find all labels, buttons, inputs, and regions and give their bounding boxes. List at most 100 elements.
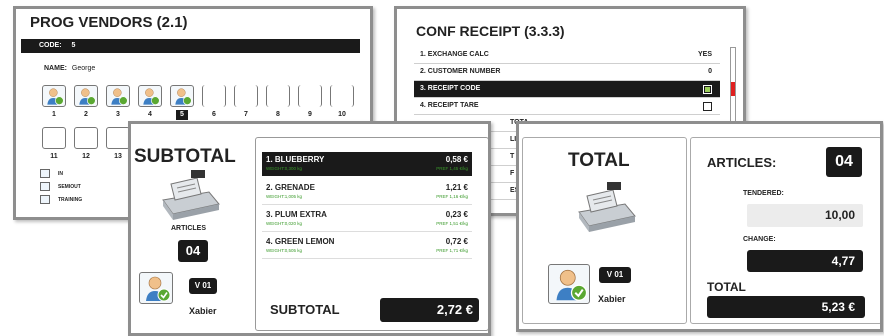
receipt-tare-checkbox[interactable]	[703, 102, 712, 111]
item-pref: PREF 1,51 €/kg	[436, 221, 468, 226]
subtotal-value: 2,72 €	[380, 298, 479, 322]
item-name: 3. PLUM EXTRA	[266, 210, 327, 219]
vendor-slot[interactable]	[298, 85, 322, 107]
conf-receipt-title: CONF RECEIPT (3.3.3)	[416, 23, 565, 39]
list-item[interactable]: 3. PLUM EXTRA 0,23 € WEIGHT:0,020 kg PRE…	[262, 207, 472, 232]
vendor-name: Xabier	[598, 294, 626, 304]
user-icon	[556, 269, 588, 301]
vendor-code-value: 5	[71, 42, 76, 49]
item-pref: PREF 1,16 €/kg	[436, 194, 468, 199]
list-item[interactable]: 4. GREEN LEMON 0,72 € WEIGHT:0,505 kg PR…	[262, 234, 472, 259]
vendor-slot-number: 7	[244, 111, 248, 118]
vendor-avatar	[548, 264, 590, 304]
vendor-slot[interactable]	[266, 85, 290, 107]
item-weight: WEIGHT:0,300 kg	[266, 166, 303, 171]
receipt-row-label: 1. EXCHANGE CALC	[420, 51, 489, 58]
vendor-slot-number: 4	[148, 111, 152, 118]
vendor-slot-number: 5	[176, 110, 188, 120]
receipt-row-label: T	[510, 153, 515, 160]
user-icon	[111, 88, 128, 105]
item-weight: WEIGHT:1,005 kg	[266, 194, 303, 199]
list-item[interactable]: 1. BLUEBERRY 0,58 € WEIGHT:0,300 kg PREF…	[262, 152, 472, 176]
total-label: TOTAL	[707, 280, 746, 294]
receipt-row-label: F	[510, 170, 515, 177]
item-price: 0,58 €	[445, 155, 468, 164]
articles-count: 04	[826, 147, 862, 177]
in-icon	[40, 169, 50, 178]
vendor-code-badge: V 01	[599, 267, 631, 283]
vendor-slot[interactable]	[74, 85, 98, 107]
total-title: TOTAL	[568, 150, 630, 171]
user-icon	[175, 88, 192, 105]
item-pref: PREF 1,45 €/kg	[436, 166, 468, 171]
item-weight: WEIGHT:0,020 kg	[266, 221, 303, 226]
total-value: 5,23 €	[707, 296, 865, 318]
item-pref: PREF 1,71 €/kg	[436, 248, 468, 253]
vendor-name-label: NAME:	[44, 65, 67, 72]
user-icon	[146, 276, 171, 302]
total-panel: TOTAL V 01 Xabier ARTICLES: 04 TENDERED:…	[516, 121, 883, 332]
receipt-row-customer-number[interactable]: 2. CUSTOMER NUMBER 0	[414, 64, 720, 81]
item-name: 4. GREEN LEMON	[266, 237, 335, 246]
receipt-row-receipt-tare[interactable]: 4. RECEIPT TARE	[414, 98, 720, 115]
vendor-slot[interactable]	[202, 85, 226, 107]
receipt-row-label: 3. RECEIPT CODE	[420, 85, 481, 92]
receipt-row-receipt-code[interactable]: 3. RECEIPT CODE	[414, 81, 720, 98]
user-icon	[143, 88, 160, 105]
receipt-row-value: YES	[697, 51, 712, 58]
subtotal-title: SUBTOTAL	[134, 146, 236, 167]
vendor-slot-number: 9	[308, 111, 312, 118]
training-icon	[40, 195, 50, 204]
list-item[interactable]: 2. GRENADE 1,21 € WEIGHT:1,005 kg PREF 1…	[262, 180, 472, 205]
vendor-slot[interactable]	[42, 85, 66, 107]
vendor-name: NAME: George	[44, 65, 95, 72]
cash-register-icon	[162, 170, 220, 220]
items-list: 1. BLUEBERRY 0,58 € WEIGHT:0,300 kg PREF…	[255, 137, 488, 331]
vendor-slot-number: 10	[338, 111, 346, 118]
articles-label: ARTICLES	[171, 225, 206, 232]
vendor-slot-number: 8	[276, 111, 280, 118]
vendor-slot-number: 11	[50, 153, 58, 160]
articles-count: 04	[178, 240, 208, 262]
receipt-row-label: 4. RECEIPT TARE	[420, 102, 479, 109]
subtotal-panel: SUBTOTAL ARTICLES 04 V 01 Xabier 1. BLUE…	[128, 121, 491, 336]
prog-vendors-title: PROG VENDORS (2.1)	[30, 14, 188, 31]
cash-register-icon	[578, 182, 636, 232]
vendor-slot[interactable]	[170, 85, 194, 107]
item-name: 1. BLUEBERRY	[266, 155, 325, 164]
vendor-slot-number: 1	[52, 111, 56, 118]
vendor-slot[interactable]	[74, 127, 98, 149]
vendor-name: Xabier	[189, 306, 217, 316]
vendor-code-label: CODE:	[39, 42, 62, 49]
vendor-code-badge: V 01	[189, 278, 217, 294]
tendered-value: 10,00	[824, 208, 855, 222]
vendor-avatar	[139, 272, 173, 304]
legend-training: TRAINING	[58, 197, 83, 203]
vendor-slot-number: 13	[114, 153, 122, 160]
legend-semiout: SEMIOUT	[58, 184, 81, 190]
vendor-slot-number: 3	[116, 111, 120, 118]
user-icon	[79, 88, 96, 105]
vendor-code-bar: CODE: 5	[21, 39, 360, 53]
item-name: 2. GRENADE	[266, 183, 315, 192]
articles-label: ARTICLES:	[707, 155, 777, 170]
receipt-row-value: 0	[708, 68, 712, 75]
vendor-slot-number: 2	[84, 111, 88, 118]
vendor-slot[interactable]	[106, 127, 130, 149]
item-price: 0,23 €	[445, 210, 468, 219]
tendered-label: TENDERED:	[743, 190, 784, 197]
vendor-slot[interactable]	[234, 85, 258, 107]
tendered-field[interactable]: 10,00	[747, 204, 863, 227]
vendor-slot[interactable]	[42, 127, 66, 149]
vendor-slot[interactable]	[330, 85, 354, 107]
subtotal-label: SUBTOTAL	[270, 302, 340, 317]
receipt-row-exchange-calc[interactable]: 1. EXCHANGE CALC YES	[414, 47, 720, 64]
scrollbar-thumb[interactable]	[731, 82, 735, 96]
change-value: 4,77	[747, 250, 863, 272]
vendor-slot[interactable]	[138, 85, 162, 107]
item-price: 1,21 €	[445, 183, 468, 192]
receipt-code-checkbox[interactable]	[703, 85, 712, 94]
vendor-slot-number: 12	[82, 153, 90, 160]
vendor-slot[interactable]	[106, 85, 130, 107]
receipt-row-label: 2. CUSTOMER NUMBER	[420, 68, 501, 75]
